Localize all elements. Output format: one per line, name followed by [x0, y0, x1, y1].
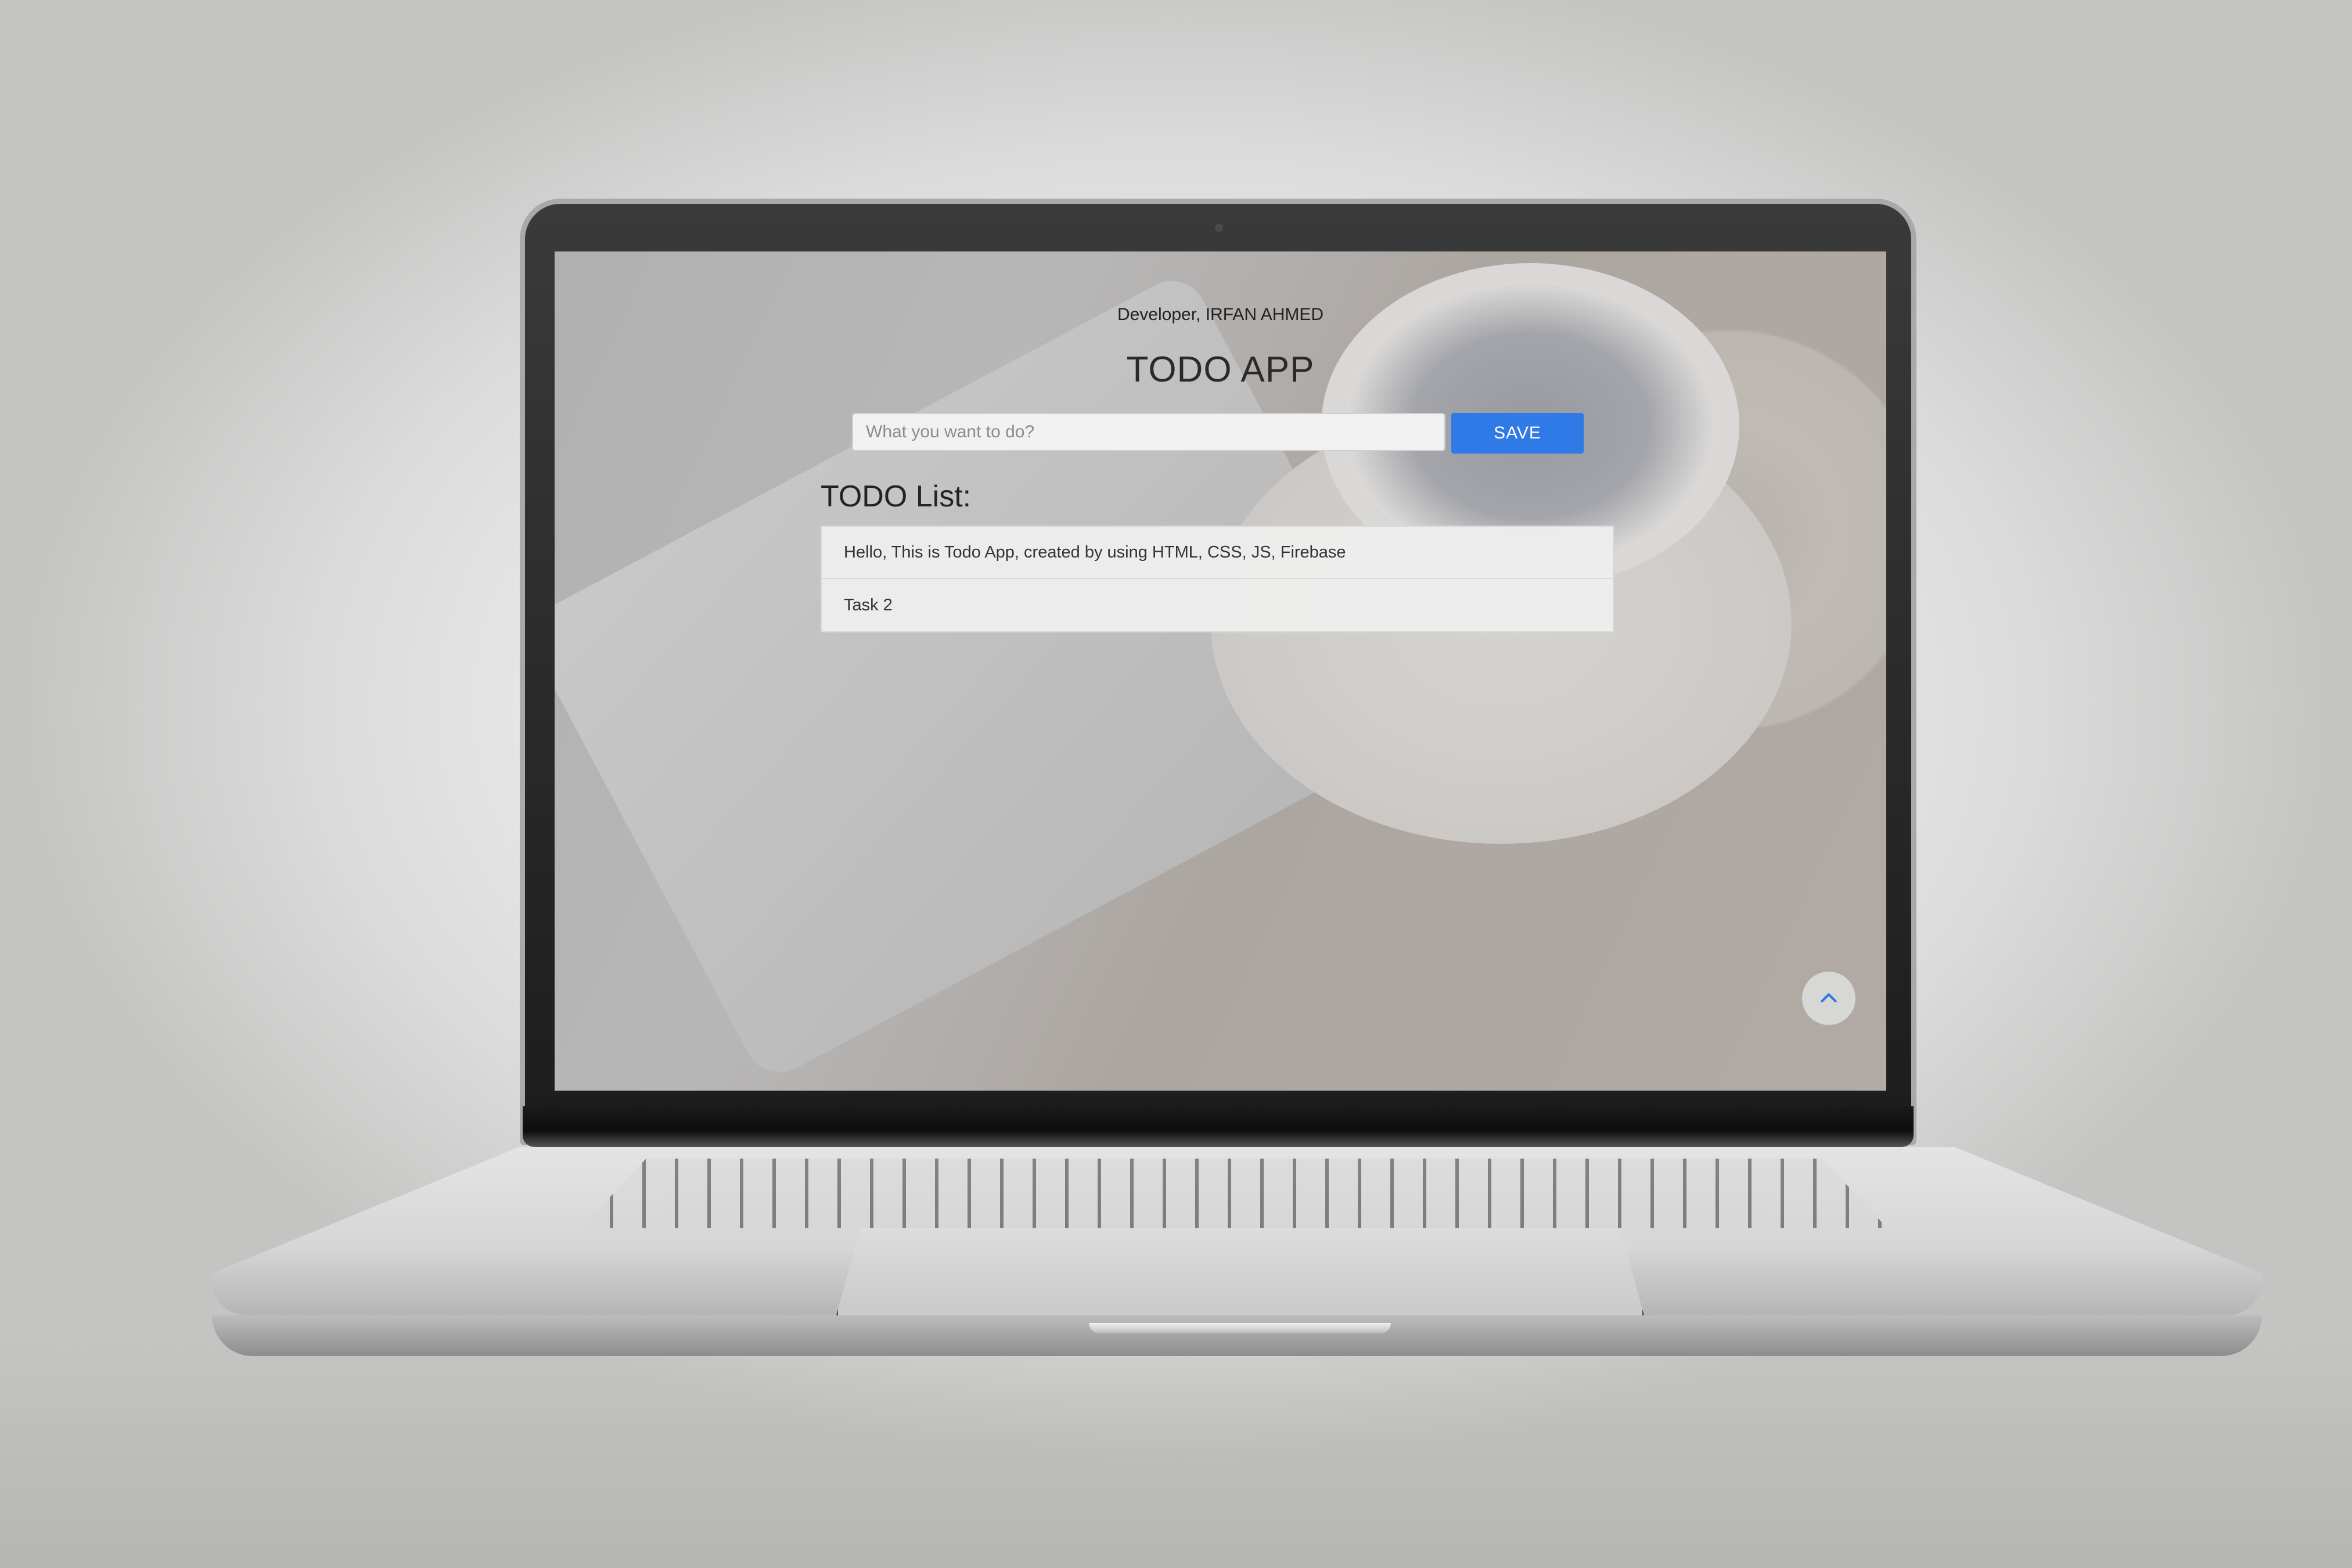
save-button[interactable]: SAVE [1451, 413, 1584, 454]
todo-list-item[interactable]: Task 2 [821, 579, 1614, 632]
floor-shadow [0, 1336, 2352, 1568]
laptop-front-notch [1089, 1323, 1391, 1333]
laptop-screen: Developer, IRFAN AHMED TODO APP SAVE TOD… [555, 251, 1886, 1091]
developer-credit: Developer, IRFAN AHMED [1117, 305, 1324, 324]
laptop-base-edge [212, 1315, 2262, 1356]
todo-input[interactable] [852, 413, 1445, 451]
scroll-to-top-button[interactable] [1802, 972, 1855, 1025]
todo-list-heading: TODO List: [821, 480, 972, 513]
laptop-hinge [523, 1106, 1914, 1147]
todo-list-item[interactable]: Hello, This is Todo App, created by usin… [821, 526, 1614, 579]
todo-list: Hello, This is Todo App, created by usin… [821, 526, 1614, 632]
laptop-trackpad [836, 1228, 1644, 1315]
webcam [1215, 224, 1223, 232]
page-title: TODO APP [1126, 350, 1315, 390]
todo-app: Developer, IRFAN AHMED TODO APP SAVE TOD… [555, 251, 1886, 1091]
chevron-up-icon [1821, 993, 1837, 1003]
laptop-keyboard [581, 1159, 1887, 1228]
